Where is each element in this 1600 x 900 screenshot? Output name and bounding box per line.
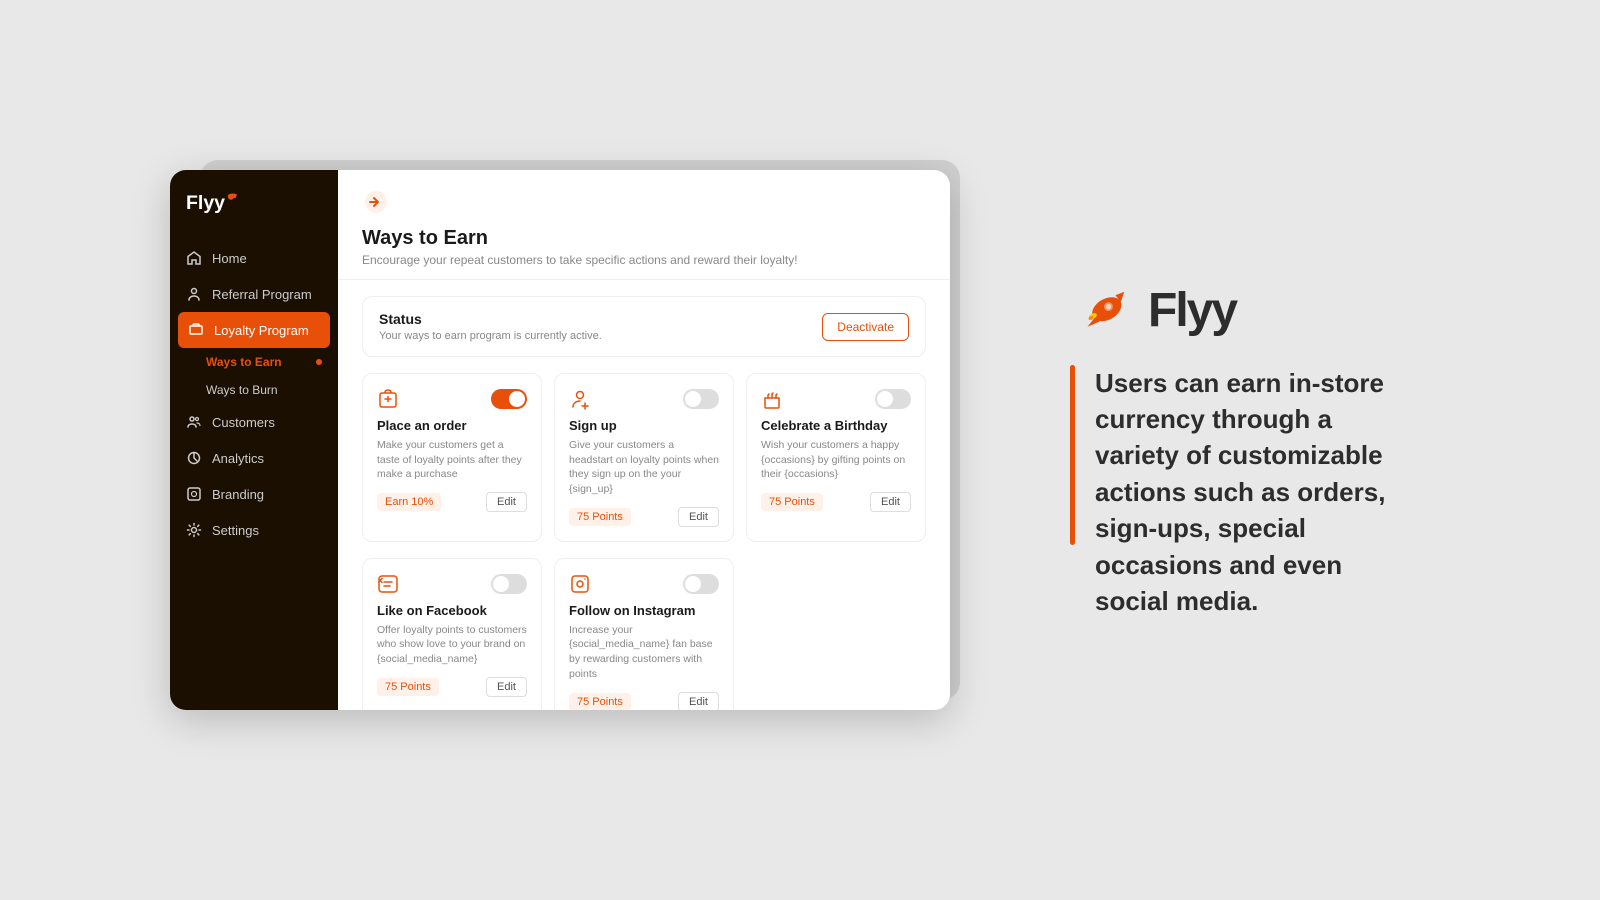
right-logo: Flyy [1070,281,1236,341]
page-header-icon [362,188,390,216]
settings-icon [186,522,202,538]
facebook-badge: 75 Points [377,678,439,696]
signup-icon [569,388,591,410]
place-order-badge: Earn 10% [377,493,441,511]
instagram-title: Follow on Instagram [569,603,719,618]
sidebar-item-analytics-label: Analytics [212,451,264,466]
sidebar-item-customers[interactable]: Customers [170,404,338,440]
active-dot [316,359,322,365]
sidebar-item-settings-label: Settings [212,523,259,538]
sidebar-item-loyalty[interactable]: Loyalty Program [178,312,330,348]
sidebar-item-loyalty-label: Loyalty Program [214,323,309,338]
birthday-icon [761,388,783,410]
sidebar-item-analytics[interactable]: Analytics [170,440,338,476]
place-order-edit[interactable]: Edit [486,492,527,512]
sub-nav-ways-to-burn-label: Ways to Burn [206,383,278,397]
sidebar-nav: Home Referral Program [170,232,338,710]
instagram-icon [569,573,591,595]
signup-toggle[interactable] [683,389,719,409]
facebook-desc: Offer loyalty points to customers who sh… [377,623,527,667]
earn-card-instagram: Follow on Instagram Increase your {socia… [554,558,734,710]
facebook-toggle[interactable] [491,574,527,594]
facebook-edit[interactable]: Edit [486,677,527,697]
sidebar-item-referral-label: Referral Program [212,287,312,302]
home-icon [186,250,202,266]
birthday-edit[interactable]: Edit [870,492,911,512]
place-order-icon [377,388,399,410]
signup-title: Sign up [569,418,719,433]
earn-card-facebook: Like on Facebook Offer loyalty points to… [362,558,542,710]
place-order-desc: Make your customers get a taste of loyal… [377,438,527,482]
sub-nav: Ways to Earn Ways to Burn [170,348,338,404]
referral-icon [186,286,202,302]
page-header: Ways to Earn Encourage your repeat custo… [338,170,950,280]
signup-badge: 75 Points [569,508,631,526]
sub-nav-ways-to-burn[interactable]: Ways to Burn [170,376,338,404]
instagram-toggle[interactable] [683,574,719,594]
earn-card-signup: Sign up Give your customers a headstart … [554,373,734,542]
birthday-title: Celebrate a Birthday [761,418,911,433]
right-logo-text: Flyy [1148,283,1236,338]
place-order-title: Place an order [377,418,527,433]
place-order-toggle[interactable] [491,389,527,409]
page-title: Ways to Earn [362,227,926,250]
signup-desc: Give your customers a headstart on loyal… [569,438,719,497]
birthday-toggle[interactable] [875,389,911,409]
status-title: Status [379,311,602,327]
sidebar-logo: Flyy [170,170,338,232]
main-content: Ways to Earn Encourage your repeat custo… [338,170,950,710]
birthday-badge: 75 Points [761,493,823,511]
orange-bar [1070,365,1075,545]
sidebar-item-home-label: Home [212,251,247,266]
branding-icon [186,486,202,502]
sidebar-item-referral[interactable]: Referral Program [170,276,338,312]
sidebar-item-home[interactable]: Home [170,240,338,276]
sidebar-item-settings[interactable]: Settings [170,512,338,548]
sidebar: Flyy Home [170,170,338,710]
facebook-title: Like on Facebook [377,603,527,618]
birthday-desc: Wish your customers a happy {occasions} … [761,438,911,482]
sub-nav-ways-to-earn[interactable]: Ways to Earn [170,348,338,376]
signup-edit[interactable]: Edit [678,507,719,527]
sidebar-item-customers-label: Customers [212,415,275,430]
status-description: Your ways to earn program is currently a… [379,330,602,342]
earn-cards-row1: Place an order Make your customers get a… [362,373,926,542]
deactivate-button[interactable]: Deactivate [822,313,909,341]
instagram-edit[interactable]: Edit [678,692,719,711]
status-section: Status Your ways to earn program is curr… [362,296,926,357]
customers-icon [186,414,202,430]
earn-card-birthday: Celebrate a Birthday Wish your customers… [746,373,926,542]
right-rocket-icon [1070,281,1140,341]
instagram-badge: 75 Points [569,693,631,711]
right-panel: Flyy Users can earn in-store currency th… [1050,261,1430,640]
right-text-block: Users can earn in-store currency through… [1070,365,1410,620]
instagram-desc: Increase your {social_media_name} fan ba… [569,623,719,682]
earn-cards-row2: Like on Facebook Offer loyalty points to… [362,558,926,710]
loyalty-icon [188,322,204,338]
sidebar-item-branding-label: Branding [212,487,264,502]
sub-nav-ways-to-earn-label: Ways to Earn [206,355,282,369]
page-subtitle: Encourage your repeat customers to take … [362,253,926,267]
facebook-icon [377,573,399,595]
sidebar-item-branding[interactable]: Branding [170,476,338,512]
analytics-icon [186,450,202,466]
svg-text:Flyy: Flyy [186,192,225,214]
right-description: Users can earn in-store currency through… [1095,365,1410,620]
earn-card-place-order: Place an order Make your customers get a… [362,373,542,542]
